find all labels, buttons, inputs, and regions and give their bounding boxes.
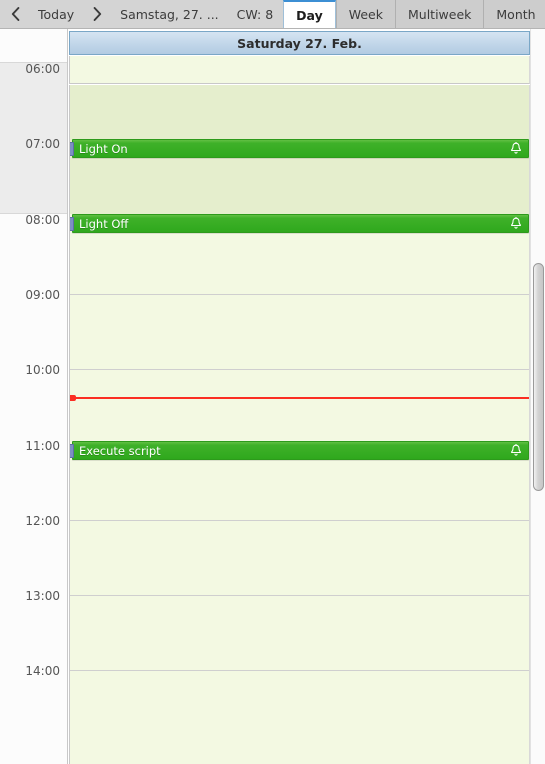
hour-gridline	[70, 670, 529, 671]
hour-gridline	[70, 595, 529, 596]
event-title: Light On	[79, 141, 128, 156]
day-grid[interactable]: Light On Light Off Execute script	[69, 85, 530, 764]
view-tabs: Day Week Multiweek Month	[283, 0, 545, 28]
time-gutter: 06:00 07:00 08:00 09:00 10:00 11:00 12:00 13:00…	[0, 29, 68, 764]
toolbar: Today Samstag, 27. ... CW: 8 Day Week Mu…	[0, 0, 545, 29]
calendar-app: Today Samstag, 27. ... CW: 8 Day Week Mu…	[0, 0, 545, 764]
hour-label: 10:00	[25, 363, 60, 377]
tab-month[interactable]: Month	[483, 0, 545, 28]
current-date-label[interactable]: Samstag, 27. ...	[112, 0, 229, 28]
next-day-button[interactable]	[82, 0, 112, 28]
hour-label: 09:00	[25, 288, 60, 302]
hour-label: 08:00	[25, 213, 60, 227]
alarm-bell-icon	[510, 217, 528, 230]
hour-label: 07:00	[25, 137, 60, 151]
gutter-divider	[67, 29, 68, 764]
scrollbar-thumb[interactable]	[533, 263, 544, 491]
hour-label: 14:00	[25, 664, 60, 678]
hour-gridline	[70, 294, 529, 295]
hour-gridline	[70, 369, 529, 370]
today-button[interactable]: Today	[30, 0, 82, 28]
alarm-bell-icon	[510, 444, 528, 457]
event-drag-handle[interactable]	[70, 444, 74, 458]
calendar-event[interactable]: Execute script	[70, 441, 529, 460]
hour-label: 06:00	[25, 62, 60, 76]
hour-label: 13:00	[25, 589, 60, 603]
hour-label: 11:00	[25, 439, 60, 453]
event-drag-handle[interactable]	[70, 142, 74, 156]
calendar-event[interactable]: Light On	[70, 139, 529, 158]
calendar-event[interactable]: Light Off	[70, 214, 529, 233]
current-time-nub	[70, 395, 76, 401]
hour-label: 12:00	[25, 514, 60, 528]
current-time-indicator	[70, 395, 529, 401]
hour-gridline	[70, 520, 529, 521]
alarm-bell-icon	[510, 142, 528, 155]
toolbar-nav-group: Today Samstag, 27. ... CW: 8	[0, 0, 283, 28]
event-title: Light Off	[79, 216, 129, 231]
day-column-header[interactable]: Saturday 27. Feb.	[69, 31, 530, 55]
tab-day[interactable]: Day	[283, 0, 336, 28]
previous-day-button[interactable]	[0, 0, 30, 28]
calendar-week-label: CW: 8	[236, 6, 274, 22]
event-drag-handle[interactable]	[70, 217, 74, 231]
all-day-row[interactable]	[69, 56, 530, 84]
tab-multiweek[interactable]: Multiweek	[394, 0, 484, 28]
event-title: Execute script	[79, 443, 161, 458]
tab-week[interactable]: Week	[335, 0, 395, 28]
vertical-scrollbar[interactable]	[530, 29, 545, 764]
calendar-body: 06:00 07:00 08:00 09:00 10:00 11:00 12:00 13:00…	[0, 29, 545, 764]
